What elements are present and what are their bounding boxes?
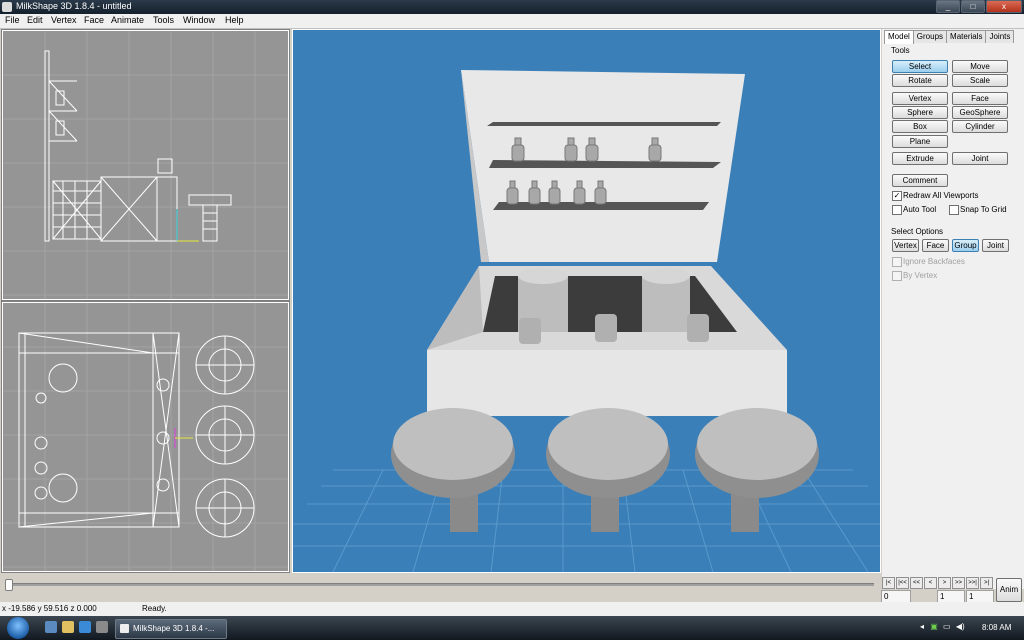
snap-to-grid-label: Snap To Grid — [960, 205, 1007, 214]
system-tray: ◂ ▣ ▭ ◀) — [920, 622, 965, 631]
prev-key-button[interactable]: |<< — [896, 577, 909, 589]
redraw-all-label: Redraw All Viewports — [903, 191, 979, 200]
menu-file[interactable]: File — [5, 15, 20, 25]
timeline-slider[interactable] — [5, 579, 13, 591]
front-viewport-wireframe — [3, 31, 288, 299]
select-tool-button[interactable]: Select — [892, 60, 948, 73]
first-frame-button[interactable]: |< — [882, 577, 895, 589]
rotate-tool-button[interactable]: Rotate — [892, 74, 948, 87]
comment-tool-button[interactable]: Comment — [892, 174, 948, 187]
select-options-header: Select Options — [891, 227, 944, 236]
status-bar: x -19.586 y 59.516 z 0.000 Ready. — [0, 602, 1024, 616]
cylinder-tool-button[interactable]: Cylinder — [952, 120, 1008, 133]
auto-tool-checkbox[interactable] — [892, 205, 902, 215]
ignore-backfaces-checkbox[interactable] — [892, 257, 902, 267]
top-viewport-wireframe — [3, 303, 288, 571]
geosphere-tool-button[interactable]: GeoSphere — [952, 106, 1008, 119]
monitor-icon[interactable]: ▭ — [943, 622, 951, 631]
tool-panel: Model Groups Materials Joints Tools Sele… — [882, 29, 1024, 589]
coordinate-readout: x -19.586 y 59.516 z 0.000 — [2, 604, 97, 613]
plane-tool-button[interactable]: Plane — [892, 135, 948, 148]
taskbar-clock: 8:08 AM — [982, 623, 1012, 632]
taskbar: MilkShape 3D 1.8.4 -... ◂ ▣ ▭ ◀) 8:08 AM — [0, 616, 1024, 640]
explorer-icon[interactable] — [62, 621, 74, 633]
select-joint-button[interactable]: Joint — [982, 239, 1009, 252]
extrude-tool-button[interactable]: Extrude — [892, 152, 948, 165]
by-vertex-label: By Vertex — [903, 271, 938, 280]
minimize-button[interactable]: _ — [936, 0, 960, 13]
perspective-scene — [293, 70, 880, 572]
windows-start-icon[interactable] — [7, 617, 29, 639]
vertex-tool-button[interactable]: Vertex — [892, 92, 948, 105]
move-tool-button[interactable]: Move — [952, 60, 1008, 73]
tab-model[interactable]: Model — [884, 30, 914, 44]
taskbar-item-label: MilkShape 3D 1.8.4 -... — [133, 624, 215, 633]
tray-arrow-icon[interactable]: ◂ — [920, 622, 924, 631]
ie-icon[interactable] — [79, 621, 91, 633]
perspective-viewport[interactable] — [292, 29, 881, 573]
rewind-button[interactable]: << — [910, 577, 923, 589]
tab-materials[interactable]: Materials — [946, 30, 987, 43]
joint-tool-button[interactable]: Joint — [952, 152, 1008, 165]
close-button[interactable]: x — [986, 0, 1022, 13]
prev-frame-button[interactable]: < — [924, 577, 937, 589]
menu-face[interactable]: Face — [84, 15, 104, 25]
select-group-button[interactable]: Group — [952, 239, 979, 252]
sphere-tool-button[interactable]: Sphere — [892, 106, 948, 119]
menu-animate[interactable]: Animate — [111, 15, 144, 25]
box-tool-button[interactable]: Box — [892, 120, 948, 133]
face-tool-button[interactable]: Face — [952, 92, 1008, 105]
auto-tool-label: Auto Tool — [903, 205, 937, 214]
show-desktop-icon[interactable] — [45, 621, 57, 633]
tab-groups[interactable]: Groups — [912, 30, 948, 43]
front-viewport[interactable] — [1, 29, 290, 301]
select-face-button[interactable]: Face — [922, 239, 949, 252]
network-icon[interactable]: ▣ — [930, 622, 938, 631]
menu-vertex[interactable]: Vertex — [51, 15, 77, 25]
forward-button[interactable]: >> — [952, 577, 965, 589]
panel-tabs: Model Groups Materials Joints — [884, 30, 1015, 44]
window-controls: _ □ x — [935, 0, 1022, 13]
switch-windows-icon[interactable] — [96, 621, 108, 633]
tools-header: Tools — [891, 46, 910, 55]
next-key-button[interactable]: >>| — [966, 577, 979, 589]
scale-tool-button[interactable]: Scale — [952, 74, 1008, 87]
top-viewport[interactable] — [1, 301, 290, 573]
maximize-button[interactable]: □ — [961, 0, 985, 13]
timeline-track[interactable] — [6, 583, 874, 586]
milkshape-icon — [2, 2, 12, 12]
select-vertex-button[interactable]: Vertex — [892, 239, 919, 252]
title-bar: MilkShape 3D 1.8.4 - untitled _ □ x — [0, 0, 1024, 14]
by-vertex-checkbox[interactable] — [892, 271, 902, 281]
menu-edit[interactable]: Edit — [27, 15, 43, 25]
volume-icon[interactable]: ◀) — [956, 622, 965, 631]
taskbar-milkshape-item[interactable]: MilkShape 3D 1.8.4 -... — [115, 619, 227, 639]
window-title: MilkShape 3D 1.8.4 - untitled — [16, 1, 132, 11]
redraw-all-checkbox[interactable]: ✓ — [892, 191, 902, 201]
menu-bar: File Edit Vertex Face Animate Tools Wind… — [0, 14, 1024, 29]
anim-button[interactable]: Anim — [996, 578, 1022, 602]
tab-joints[interactable]: Joints — [985, 30, 1015, 43]
status-message: Ready. — [142, 604, 167, 613]
menu-help[interactable]: Help — [225, 15, 244, 25]
animation-timeline — [0, 575, 880, 601]
menu-window[interactable]: Window — [183, 15, 215, 25]
next-frame-button[interactable]: > — [938, 577, 951, 589]
last-frame-button[interactable]: >| — [980, 577, 993, 589]
snap-to-grid-checkbox[interactable] — [949, 205, 959, 215]
menu-tools[interactable]: Tools — [153, 15, 174, 25]
milkshape-icon — [120, 624, 129, 633]
ignore-backfaces-label: Ignore Backfaces — [903, 257, 965, 266]
